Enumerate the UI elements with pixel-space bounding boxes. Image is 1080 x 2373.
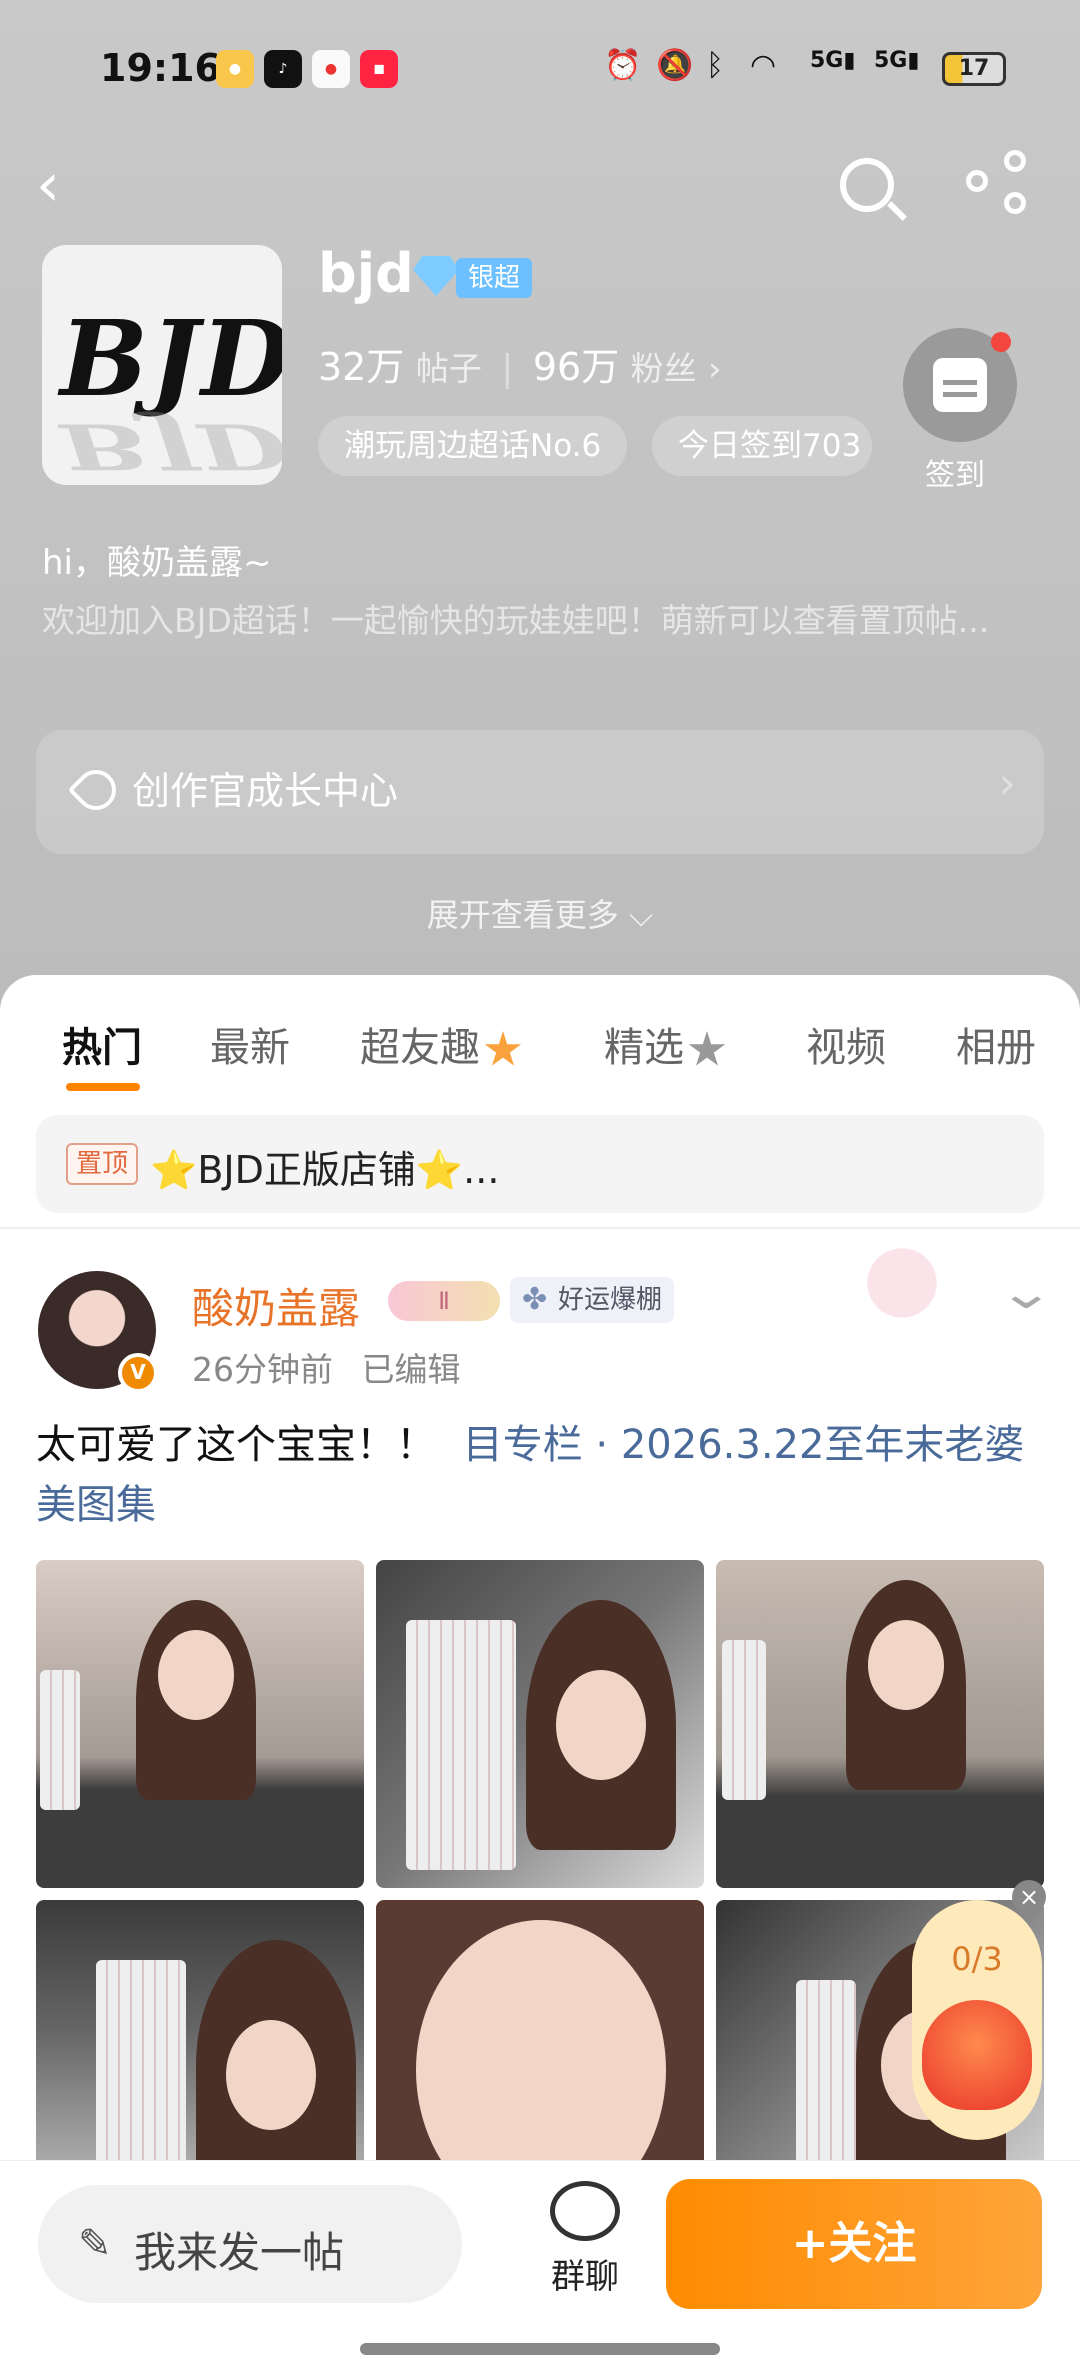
share-icon[interactable] bbox=[966, 150, 1026, 214]
active-tab-indicator bbox=[66, 1083, 140, 1091]
photo-cup bbox=[406, 1620, 516, 1870]
bottom-bar: ✎ 我来发一帖 群聊 +关注 bbox=[0, 2160, 1080, 2373]
group-chat-button[interactable]: 群聊 bbox=[530, 2181, 640, 2298]
pinned-tag: 置顶 bbox=[66, 1143, 139, 1185]
posts-count: 32万 bbox=[318, 345, 405, 389]
photo-subject-face bbox=[226, 2020, 316, 2130]
tab-video[interactable]: 视频 bbox=[806, 1015, 886, 1073]
task-progress: 0/3 bbox=[951, 1940, 1003, 1978]
rank-chip[interactable]: 潮玩周边超话No.6 bbox=[318, 416, 628, 476]
verified-icon: V bbox=[118, 1353, 158, 1393]
stats-divider: | bbox=[501, 348, 514, 389]
luck-badge[interactable]: 好运爆棚 bbox=[510, 1277, 675, 1323]
home-indicator[interactable] bbox=[360, 2343, 720, 2355]
tab-featured-label: 精选 bbox=[604, 1025, 684, 1071]
status-bar: 19:16 ● ♪ ● ◼ ⏰ 🔕 ᛒ ◠ 5G▮ 5G▮ 17 bbox=[0, 40, 1080, 100]
expand-more-label: 展开查看更多 bbox=[426, 896, 619, 934]
post-text: 太可爱了这个宝宝！！ 目专栏 · 2026.3.22至年末老婆美图集 bbox=[36, 1415, 1046, 1535]
signal-1-icon: 5G▮ bbox=[810, 48, 856, 73]
search-icon[interactable] bbox=[840, 158, 894, 212]
alarm-icon: ⏰ bbox=[604, 48, 642, 83]
topic-avatar[interactable]: BJD BJD bbox=[42, 245, 282, 485]
diamond-icon bbox=[413, 256, 459, 296]
topic-stats[interactable]: 32万 帖子 | 96万 粉丝 › bbox=[318, 336, 721, 391]
post-body: 太可爱了这个宝宝！！ bbox=[36, 1422, 436, 1468]
follow-button[interactable]: +关注 bbox=[666, 2179, 1042, 2309]
signin-button[interactable] bbox=[903, 328, 1017, 442]
signal-2-icon: 5G▮ bbox=[874, 48, 920, 73]
tab-hot[interactable]: 热门 bbox=[62, 1015, 142, 1073]
tab-super-fun-label: 超友趣 bbox=[360, 1025, 480, 1071]
compose-placeholder: 我来发一帖 bbox=[134, 2228, 345, 2277]
douyin-app-icon: ♪ bbox=[264, 50, 302, 88]
chevron-right-icon: › bbox=[998, 758, 1016, 809]
chevron-right-icon: › bbox=[708, 349, 722, 388]
tab-super-fun[interactable]: 超友趣 bbox=[360, 1015, 522, 1073]
status-time: 19:16 bbox=[100, 46, 221, 90]
tab-featured[interactable]: 精选 bbox=[604, 1015, 726, 1073]
post-image[interactable] bbox=[376, 1560, 704, 1888]
expand-more-button[interactable]: 展开查看更多 ⌵ bbox=[0, 890, 1080, 936]
posts-label: 帖子 bbox=[415, 349, 482, 388]
growth-center-entry[interactable]: 创作官成长中心 › bbox=[36, 730, 1044, 854]
lucky-bag-icon bbox=[922, 2000, 1032, 2110]
compose-post-button[interactable]: ✎ 我来发一帖 bbox=[38, 2185, 462, 2303]
back-icon[interactable]: ‹ bbox=[36, 150, 60, 220]
chevron-down-icon[interactable]: ⌄ bbox=[998, 1265, 1056, 1319]
pinned-text: ⭐BJD正版店铺⭐... bbox=[150, 1148, 500, 1192]
topic-level-badge[interactable]: 银超 bbox=[456, 258, 533, 298]
fans-count: 96万 bbox=[532, 345, 620, 389]
notification-dot bbox=[991, 332, 1011, 352]
weibo-alt-app-icon: ● bbox=[312, 50, 350, 88]
greeting-text: hi，酸奶盖露~ bbox=[42, 543, 272, 583]
photo-subject-face bbox=[158, 1630, 234, 1720]
photo-cup bbox=[722, 1640, 766, 1800]
weibo-app-icon: ● bbox=[216, 50, 254, 88]
wifi-icon: ◠ bbox=[750, 48, 777, 83]
battery-indicator: 17 bbox=[942, 52, 1006, 86]
group-chat-icon bbox=[550, 2181, 620, 2241]
fans-label: 粉丝 bbox=[630, 349, 697, 388]
star-outline-icon bbox=[688, 1031, 726, 1066]
task-float-widget[interactable]: 0/3 × bbox=[912, 1880, 1046, 2150]
topic-avatar-logo: BJD bbox=[60, 297, 282, 420]
topic-name: bjd bbox=[318, 242, 414, 305]
growth-icon bbox=[67, 761, 125, 819]
group-chat-label: 群聊 bbox=[551, 2257, 619, 2297]
photo-subject-face bbox=[556, 1670, 646, 1780]
close-icon[interactable]: × bbox=[1012, 1880, 1046, 1914]
topic-avatar-logo-reflection: BJD bbox=[60, 409, 282, 484]
bluetooth-icon: ᛒ bbox=[706, 48, 724, 83]
post-image[interactable] bbox=[36, 1560, 364, 1888]
photo-cup bbox=[40, 1670, 80, 1810]
signin-label: 签到 bbox=[925, 458, 985, 493]
pen-icon: ✎ bbox=[78, 2221, 112, 2267]
star-icon bbox=[484, 1031, 522, 1066]
feed-tabs: 热门 最新 超友趣 精选 视频 相册 bbox=[0, 1015, 1080, 1085]
mute-icon: 🔕 bbox=[656, 48, 694, 83]
photo-subject-face bbox=[868, 1620, 944, 1710]
level-badge: Ⅱ bbox=[388, 1281, 500, 1321]
chevron-down-icon: ⌵ bbox=[628, 896, 654, 934]
xiaohongshu-app-icon: ◼ bbox=[360, 50, 398, 88]
edited-label: 已编辑 bbox=[361, 1350, 461, 1389]
post-image[interactable] bbox=[716, 1560, 1044, 1888]
section-divider bbox=[0, 1227, 1080, 1229]
post-time: 26分钟前 bbox=[192, 1350, 333, 1389]
decoration-sticker bbox=[800, 1233, 970, 1333]
tab-album[interactable]: 相册 bbox=[956, 1015, 1036, 1073]
topic-header: 19:16 ● ♪ ● ◼ ⏰ 🔕 ᛒ ◠ 5G▮ 5G▮ 17 ‹ BJD B… bbox=[0, 0, 1080, 1010]
tab-latest[interactable]: 最新 bbox=[210, 1015, 290, 1073]
growth-center-label: 创作官成长中心 bbox=[132, 769, 399, 813]
calendar-icon bbox=[933, 358, 987, 412]
post-username[interactable]: 酸奶盖露 bbox=[192, 1275, 360, 1336]
pinned-post[interactable]: 置顶 ⭐BJD正版店铺⭐... bbox=[36, 1115, 1044, 1213]
post-meta: 26分钟前 已编辑 bbox=[192, 1343, 461, 1391]
topic-description[interactable]: 欢迎加入BJD超话！一起愉快的玩娃娃吧！萌新可以查看置顶帖... bbox=[42, 595, 1032, 647]
checkin-count-chip[interactable]: 今日签到703 bbox=[652, 416, 872, 476]
